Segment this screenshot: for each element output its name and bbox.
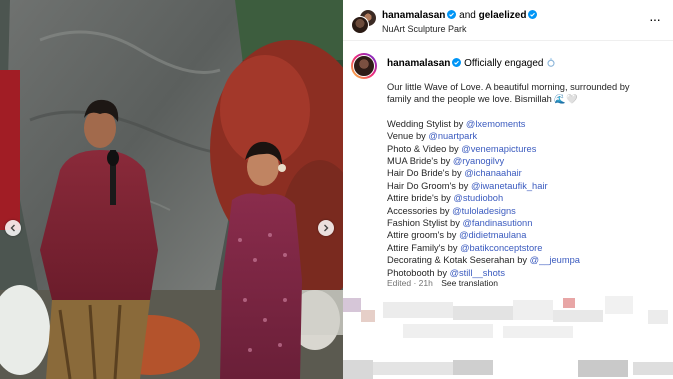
credit-line: Decorating & Kotak Seserahan by @__jeump… <box>387 254 667 266</box>
engagement-photo <box>0 0 343 379</box>
caption-author-avatar[interactable] <box>351 53 377 79</box>
credit-role: MUA Bride's by <box>387 156 451 167</box>
credit-mention-link[interactable]: @batikconceptstore <box>460 243 542 253</box>
credit-line: Attire bride's by @studioboh <box>387 192 667 204</box>
post-details-panel: hanamalasan and gelaelized NuArt Sculptu… <box>343 0 673 379</box>
coauthor-username[interactable]: gelaelized <box>479 10 527 21</box>
credit-role: Venue by <box>387 131 426 142</box>
caption-line: family and the people we love. Bismillah… <box>387 94 578 105</box>
credit-line: Attire Family's by @batikconceptstore <box>387 242 667 254</box>
caption-text: Our little Wave of Love. A beautiful mor… <box>387 81 667 279</box>
credit-mention-link[interactable]: @__jeumpa <box>530 255 580 265</box>
post-meta: Edited · 21h See translation <box>387 278 498 288</box>
author-joiner: and <box>459 10 476 21</box>
credit-mention-link[interactable]: @lxemoments <box>466 119 526 129</box>
credit-role: Attire bride's by <box>387 193 451 204</box>
verified-badge-icon <box>447 10 457 19</box>
credit-mention-link[interactable]: @venemapictures <box>461 144 536 154</box>
credit-line: Venue by @nuartpark <box>387 130 667 142</box>
caption-status: Officially engaged <box>464 58 544 69</box>
credit-line: MUA Bride's by @ryanogilvy <box>387 155 667 167</box>
verified-badge-icon <box>452 58 462 67</box>
credit-line: Wedding Stylist by @lxemoments <box>387 118 667 130</box>
credit-mention-link[interactable]: @didietmaulana <box>459 230 526 240</box>
chevron-right-icon <box>324 224 329 232</box>
credit-line: Fashion Stylist by @fandinasutionn <box>387 217 667 229</box>
location-link[interactable]: NuArt Sculpture Park <box>382 24 467 34</box>
credit-mention-link[interactable]: @ryanogilvy <box>453 156 504 166</box>
credits-list: Wedding Stylist by @lxemoments Venue by @… <box>387 118 667 279</box>
caption-header: hanamalasan Officially engaged <box>387 57 556 69</box>
collab-avatars[interactable] <box>351 9 377 34</box>
credit-mention-link[interactable]: @tuloladesigns <box>452 206 516 216</box>
credit-role: Photo & Video by <box>387 143 459 154</box>
credit-line: Hair Do Groom's by @iwanetaufik_hair <box>387 180 667 192</box>
avatar <box>351 16 369 34</box>
ring-icon <box>547 57 555 67</box>
credit-mention-link[interactable]: @nuartpark <box>428 131 477 141</box>
credit-line: Photo & Video by @venemapictures <box>387 143 667 155</box>
verified-badge-icon <box>528 10 538 19</box>
next-photo-button[interactable] <box>318 220 334 236</box>
credit-role: Decorating & Kotak Seserahan by <box>387 255 528 266</box>
chevron-left-icon <box>10 224 15 232</box>
caption-line: Our little Wave of Love. A beautiful mor… <box>387 82 630 92</box>
credit-role: Accessories by <box>387 205 450 216</box>
credit-mention-link[interactable]: @ichanaahair <box>464 168 522 178</box>
credit-line: Attire groom's by @didietmaulana <box>387 229 667 241</box>
credit-role: Attire groom's by <box>387 230 457 241</box>
credit-line: Hair Do Bride's by @ichanaahair <box>387 167 667 179</box>
credit-role: Hair Do Bride's by <box>387 168 462 179</box>
previous-photo-button[interactable] <box>5 220 21 236</box>
author-username[interactable]: hanamalasan <box>382 10 445 21</box>
credit-role: Hair Do Groom's by <box>387 180 469 191</box>
post-authors: hanamalasan and gelaelized <box>382 10 538 21</box>
credit-role: Photobooth by <box>387 267 447 278</box>
caption-username[interactable]: hanamalasan <box>387 58 450 69</box>
more-options-button[interactable]: ··· <box>649 12 661 26</box>
blurred-comments <box>343 296 673 379</box>
post-header: hanamalasan and gelaelized NuArt Sculptu… <box>343 0 673 41</box>
credit-mention-link[interactable]: @fandinasutionn <box>462 218 532 228</box>
see-translation-link[interactable]: See translation <box>441 278 498 288</box>
credit-role: Attire Family's by <box>387 242 458 253</box>
post-photo[interactable] <box>0 0 343 379</box>
credit-mention-link[interactable]: @iwanetaufik_hair <box>471 181 548 191</box>
credit-role: Wedding Stylist by <box>387 118 464 129</box>
credit-role: Fashion Stylist by <box>387 218 460 229</box>
credit-mention-link[interactable]: @still__shots <box>450 268 505 278</box>
edited-time: Edited · 21h <box>387 278 433 288</box>
credit-mention-link[interactable]: @studioboh <box>453 193 503 203</box>
credit-line: Accessories by @tuloladesigns <box>387 205 667 217</box>
